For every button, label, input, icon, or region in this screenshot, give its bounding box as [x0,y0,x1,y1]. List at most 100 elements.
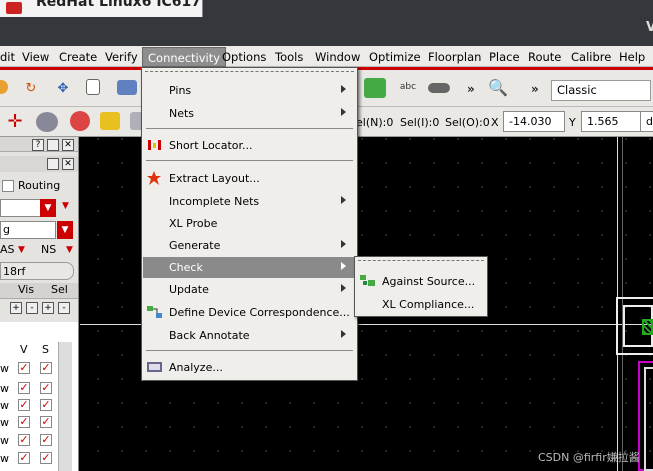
submenu-item-xl-compliance[interactable]: XL Compliance... [356,293,486,315]
x-coord-field[interactable]: -14.030 [503,111,565,132]
as-dropdown-icon[interactable]: ▼ [18,245,25,255]
sel-add-button[interactable]: + [42,302,54,314]
menu-item-incomplete-nets[interactable]: Incomplete Nets [143,191,356,212]
redhat-icon [6,2,22,14]
submenu-arrow-icon [341,85,346,93]
dropdown-arrow-icon[interactable]: ▼ [62,201,69,211]
y-coord-field[interactable]: 1.565 [581,111,643,132]
layer-select-checkbox[interactable]: ✓ [40,434,52,446]
menu-item-label: Analyze... [169,361,223,374]
distance-field[interactable]: d7c [640,111,653,132]
vis-add-button[interactable]: + [10,302,22,314]
close-panel-button[interactable]: ✕ [62,139,74,151]
close-panel-button-2[interactable]: ✕ [62,158,74,170]
menu-place[interactable]: Place [489,50,520,64]
help-button[interactable]: ? [32,139,44,151]
toolbar-overflow-chevron[interactable]: » [467,82,475,96]
menu-connectivity[interactable]: Connectivity [142,47,227,67]
menu-create[interactable]: Create [59,50,97,64]
submenu-arrow-icon [341,240,346,248]
menu-item-xl-probe[interactable]: XL Probe [143,213,356,234]
via-icon[interactable] [428,83,450,93]
layer-row-label: w [0,416,9,429]
probe-icon[interactable] [36,112,58,132]
menu-item-extract-layout[interactable]: Extract Layout... [143,168,356,189]
purpose-combo-dropdown[interactable]: ▼ [57,221,73,239]
vis-column-header: Vis [18,283,35,296]
layer-visible-checkbox[interactable]: ✓ [18,434,30,446]
layer-select-checkbox[interactable]: ✓ [40,399,52,411]
layer-row-label: w [0,452,9,465]
short-locator-icon [148,140,161,150]
layer-select-checkbox[interactable]: ✓ [40,452,52,464]
menu-item-generate[interactable]: Generate [143,235,356,256]
selection-count-o: Sel(O):0 [445,116,490,129]
stretch-icon[interactable] [117,80,137,95]
layer-visible-checkbox[interactable]: ✓ [18,362,30,374]
menu-item-pins[interactable]: Pins [143,80,356,101]
menu-item-short-locator[interactable]: Short Locator... [143,135,356,156]
menu-tools[interactable]: Tools [275,50,303,64]
menu-separator [146,160,353,161]
copy-icon[interactable] [86,79,100,95]
layer-select-checkbox[interactable]: ✓ [40,416,52,428]
crosshair-icon[interactable]: ✛ [6,111,24,132]
menu-floorplan[interactable]: Floorplan [428,50,481,64]
menu-item-nets[interactable]: Nets [143,103,356,124]
menu-view[interactable]: View [22,50,49,64]
sel-remove-button[interactable]: - [58,302,70,314]
layer-select-checkbox[interactable]: ✓ [40,382,52,394]
menu-calibre[interactable]: Calibre [571,50,611,64]
submenu-tearoff-line[interactable] [358,260,484,261]
check-submenu: Against Source... XL Compliance... [354,256,488,317]
warning-icon[interactable] [100,112,120,130]
layer-combo-dropdown[interactable]: ▼ [40,199,56,217]
float-button[interactable] [47,139,59,151]
menu-verify[interactable]: Verify [105,50,138,64]
layer-visible-checkbox[interactable]: ✓ [18,382,30,394]
menu-item-update[interactable]: Update [143,279,356,300]
menu-item-back-annotate[interactable]: Back Annotate [143,325,356,346]
purpose-combo[interactable]: g [0,221,56,239]
menu-tearoff-line[interactable] [145,71,354,72]
layer-visible-checkbox[interactable]: ✓ [18,416,30,428]
redo-icon[interactable]: ↻ [22,79,40,97]
window-titlebar: RedHat Linux6 IC617 V [0,0,653,46]
submenu-item-against-source[interactable]: Against Source... [356,270,486,292]
menu-item-label: Nets [169,107,195,120]
move-icon[interactable]: ✥ [54,79,72,97]
zoom-search-icon[interactable]: 🔍 [488,78,508,97]
layer-select-checkbox[interactable]: ✓ [40,362,52,374]
menu-item-check[interactable]: Check [143,257,356,278]
menu-item-define-device-correspondence[interactable]: Define Device Correspondence... [143,302,356,323]
menu-edit[interactable]: dit [0,50,15,64]
window-tab[interactable]: RedHat Linux6 IC617 [0,0,203,17]
stop-hand-icon[interactable] [70,111,90,131]
layer-palette-panel: ? ✕ ✕ Routing ▼ ▼ g ▼ AS ▼ NS ▼ 18rf Vis… [0,137,79,471]
submenu-item-label: Against Source... [382,275,476,288]
library-field[interactable]: 18rf [0,262,74,280]
routing-checkbox[interactable] [2,180,14,192]
menu-window[interactable]: Window [315,50,360,64]
undo-icon[interactable] [0,80,8,94]
submenu-item-label: XL Compliance... [382,298,475,311]
create-pin-icon[interactable] [364,78,386,98]
float-button-2[interactable] [47,158,59,170]
ns-dropdown-icon[interactable]: ▼ [66,245,73,255]
label-abc-icon[interactable]: abc [396,78,420,96]
view-mode-select[interactable]: Classic [551,80,651,101]
menu-item-label: Extract Layout... [169,172,260,185]
menu-optimize[interactable]: Optimize [369,50,421,64]
toolbar-overflow-chevron-2[interactable]: » [531,82,539,96]
layer-visible-checkbox[interactable]: ✓ [18,452,30,464]
y-coord-label: Y [569,116,576,129]
menu-item-analyze[interactable]: Analyze... [143,357,356,378]
layer-list-scrollbar[interactable] [58,342,72,471]
vis-remove-button[interactable]: - [26,302,38,314]
layer-visible-checkbox[interactable]: ✓ [18,399,30,411]
menu-item-label: Generate [169,239,221,252]
menu-help[interactable]: Help [619,50,645,64]
menu-route[interactable]: Route [528,50,561,64]
watermark-text: CSDN @firfir嫌拉酱 [538,451,640,464]
menu-options[interactable]: Options [222,50,266,64]
